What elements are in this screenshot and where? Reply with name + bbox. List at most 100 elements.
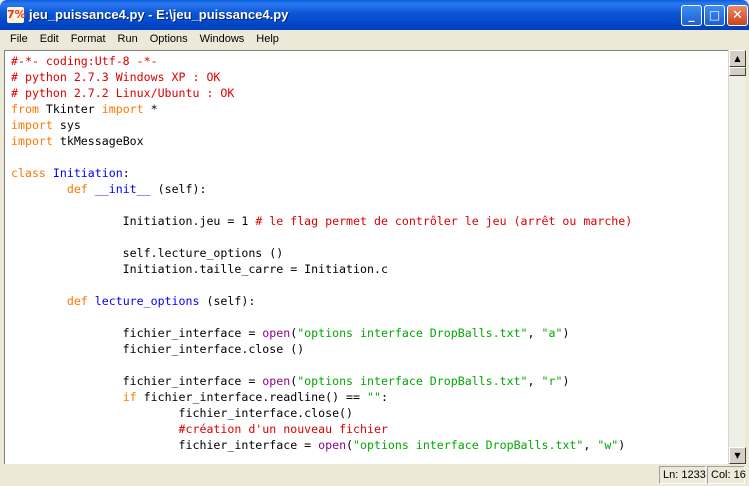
status-line-number: Ln: 1233	[659, 466, 706, 484]
code-token: "options interface DropBalls.txt"	[297, 326, 528, 340]
code-token: if	[122, 390, 137, 404]
minimize-button[interactable]: _	[681, 5, 702, 26]
code-line[interactable]: def __init__ (self):	[11, 181, 632, 197]
code-line[interactable]	[11, 229, 632, 245]
code-token: )	[562, 374, 570, 388]
code-line[interactable]: #-*- coding:Utf-8 -*-	[11, 53, 632, 69]
code-line[interactable]: if fichier_interface.readline() == "":	[11, 389, 632, 405]
window-title: jeu_puissance4.py - E:\jeu_puissance4.py	[29, 7, 289, 22]
scroll-down-arrow-icon[interactable]: ▼	[729, 447, 746, 464]
code-token: ,	[527, 326, 542, 340]
code-line[interactable]: fichier_interface.close ()	[11, 341, 632, 357]
code-line[interactable]	[11, 309, 632, 325]
code-token: open	[262, 326, 291, 340]
code-line[interactable]: Initiation.taille_carre = Initiation.c	[11, 261, 632, 277]
code-token: lecture_options	[94, 294, 200, 308]
menu-edit[interactable]: Edit	[34, 30, 65, 49]
code-line[interactable]: from Tkinter import *	[11, 101, 632, 117]
title-bar[interactable]: 7% jeu_puissance4.py - E:\jeu_puissance4…	[0, 0, 749, 30]
code-line[interactable]	[11, 277, 632, 293]
code-token: :	[122, 166, 130, 180]
code-token: # python 2.7.2 Linux/Ubuntu : OK	[11, 86, 235, 100]
code-token: *	[143, 102, 158, 116]
code-line[interactable]: def lecture_options (self):	[11, 293, 632, 309]
code-token: Initiation.taille_carre = Initiation.c	[11, 262, 388, 276]
code-token: # python 2.7.3 Windows XP : OK	[11, 70, 221, 84]
code-token: (self):	[199, 294, 256, 308]
code-line[interactable]: import tkMessageBox	[11, 133, 632, 149]
code-token: Initiation.jeu = 1	[11, 214, 256, 228]
code-token: sys	[52, 118, 81, 132]
scroll-thumb[interactable]	[729, 67, 746, 76]
code-line[interactable]: # python 2.7.2 Linux/Ubuntu : OK	[11, 85, 632, 101]
code-line[interactable]	[11, 357, 632, 373]
code-token: )	[562, 326, 570, 340]
menu-run[interactable]: Run	[112, 30, 144, 49]
code-line[interactable]: Initiation.jeu = 1 # le flag permet de c…	[11, 213, 633, 229]
code-token: open	[262, 374, 291, 388]
code-line[interactable]: self.lecture_options ()	[11, 245, 632, 261]
code-editor[interactable]: #-*- coding:Utf-8 -*- # python 2.7.3 Wind…	[4, 50, 728, 464]
code-token: Tkinter	[38, 102, 102, 116]
code-token: "r"	[541, 374, 563, 388]
code-token: (	[346, 438, 354, 452]
code-text[interactable]: #-*- coding:Utf-8 -*- # python 2.7.3 Wind…	[11, 53, 632, 453]
code-token: open	[318, 438, 347, 452]
menu-windows[interactable]: Windows	[194, 30, 251, 49]
code-token: Initiation	[52, 166, 123, 180]
code-line[interactable]: fichier_interface.close()	[11, 405, 632, 421]
menu-help[interactable]: Help	[250, 30, 285, 49]
vertical-scrollbar[interactable]: ▲ ▼	[728, 50, 746, 464]
code-token: #création d'un nouveau fichier	[178, 422, 388, 436]
code-line[interactable]: fichier_interface = open("options interf…	[11, 437, 632, 453]
code-line[interactable]: fichier_interface = open("options interf…	[11, 373, 632, 389]
maximize-button[interactable]: □	[704, 5, 725, 26]
code-token: def	[66, 294, 88, 308]
code-line[interactable]	[11, 149, 632, 165]
code-token: class	[11, 166, 46, 180]
code-token: :	[380, 390, 388, 404]
close-button[interactable]: ✕	[727, 5, 748, 26]
code-token: fichier_interface.close ()	[11, 342, 305, 356]
code-token: import	[11, 134, 53, 148]
code-token: #-*- coding:Utf-8 -*-	[11, 54, 158, 68]
code-token: __init__	[94, 182, 151, 196]
code-line[interactable]: fichier_interface = open("options interf…	[11, 325, 632, 341]
code-token: # le flag permet de contrôler le jeu (ar…	[255, 214, 633, 228]
code-token: ,	[527, 374, 542, 388]
code-token: ""	[367, 390, 381, 404]
code-token: import	[11, 118, 53, 132]
menu-format[interactable]: Format	[65, 30, 112, 49]
code-token: "a"	[541, 326, 563, 340]
status-bar: Ln: 1233 Col: 16	[0, 464, 749, 486]
code-token: fichier_interface.readline() ==	[136, 390, 367, 404]
code-token: def	[66, 182, 88, 196]
menu-file[interactable]: File	[4, 30, 34, 49]
code-line[interactable]: # python 2.7.3 Windows XP : OK	[11, 69, 632, 85]
code-token: ,	[583, 438, 598, 452]
code-line[interactable]: class Initiation:	[11, 165, 632, 181]
code-line[interactable]	[11, 197, 632, 213]
code-token: import	[101, 102, 144, 116]
menu-options[interactable]: Options	[144, 30, 194, 49]
code-token: fichier_interface.close()	[11, 406, 354, 420]
code-token: (self):	[150, 182, 207, 196]
code-token: tkMessageBox	[52, 134, 144, 148]
code-token: "options interface DropBalls.txt"	[297, 374, 528, 388]
scroll-up-arrow-icon[interactable]: ▲	[729, 50, 746, 67]
idle-icon[interactable]: 7%	[7, 7, 26, 23]
code-token: from	[11, 102, 39, 116]
menu-bar: File Edit Format Run Options Windows Hel…	[0, 30, 749, 49]
code-line[interactable]: #création d'un nouveau fichier	[11, 421, 632, 437]
status-column-number: Col: 16	[707, 466, 746, 484]
code-token: self.lecture_options ()	[11, 246, 284, 260]
code-token: fichier_interface =	[11, 326, 263, 340]
code-token: )	[618, 438, 626, 452]
code-line[interactable]: import sys	[11, 117, 632, 133]
